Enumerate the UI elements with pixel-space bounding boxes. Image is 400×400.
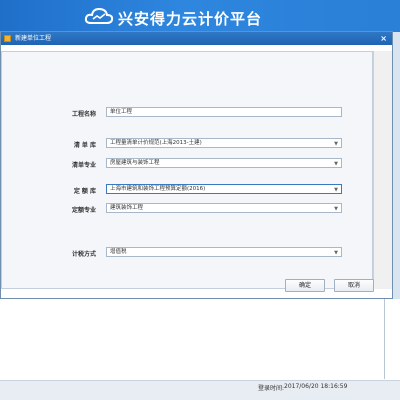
- cloud-logo-icon: [84, 7, 114, 24]
- login-time-label: 登录时间:: [258, 385, 285, 392]
- dialog-title: 新建单位工程: [15, 35, 52, 42]
- chevron-down-icon: ▼: [334, 161, 338, 167]
- bill-library-label: 清 单 库: [73, 142, 96, 149]
- bill-library-select[interactable]: 工程量清单计价规范(上海2013-土建) ▼: [106, 138, 342, 148]
- chevron-down-icon: ▼: [334, 187, 338, 193]
- quota-specialty-select[interactable]: 建筑装饰工程 ▼: [106, 203, 342, 213]
- form-panel: 工程名称 单位工程 清 单 库 工程量清单计价规范(上海2013-土建) ▼ 清…: [1, 51, 373, 289]
- quota-specialty-label: 定额专业: [71, 207, 96, 214]
- quota-specialty-value: 建筑装饰工程: [110, 205, 144, 211]
- bill-specialty-value: 房屋建筑与装饰工程: [110, 160, 160, 166]
- app-banner: 兴安得力云计价平台: [0, 0, 400, 32]
- app-icon: [4, 35, 11, 42]
- dialog-titlebar[interactable]: 新建单位工程 ×: [1, 32, 392, 45]
- project-name-input[interactable]: 单位工程: [106, 107, 342, 117]
- chevron-down-icon: ▼: [334, 141, 338, 147]
- close-icon[interactable]: ×: [380, 32, 387, 45]
- bill-library-value: 工程量清单计价规范(上海2013-土建): [110, 140, 202, 146]
- quota-library-value: 上海市建筑和装饰工程预算定额(2016): [110, 186, 206, 192]
- app-title: 兴安得力云计价平台: [118, 10, 263, 28]
- chevron-down-icon: ▼: [334, 250, 338, 256]
- divider: [384, 299, 385, 379]
- tax-method-value: 增值税: [110, 249, 127, 255]
- bill-specialty-select[interactable]: 房屋建筑与装饰工程 ▼: [106, 158, 342, 168]
- tax-method-select[interactable]: 增值税 ▼: [106, 247, 342, 257]
- bill-specialty-label: 清单专业: [71, 162, 96, 169]
- quota-library-label: 定 额 库: [73, 188, 96, 195]
- new-unit-project-dialog: 新建单位工程 × 工程名称 单位工程 清 单 库 工程量清单计价规范(上海201…: [0, 31, 393, 299]
- chevron-down-icon: ▼: [334, 206, 338, 212]
- project-name-label: 工程名称: [71, 111, 96, 118]
- ok-button[interactable]: 确定: [285, 279, 325, 292]
- project-name-value: 单位工程: [110, 109, 133, 115]
- cancel-button[interactable]: 取消: [334, 279, 374, 292]
- login-time-value: 2017/06/20 18:16:59: [284, 383, 348, 390]
- quota-library-select[interactable]: 上海市建筑和装饰工程预算定额(2016) ▼: [106, 184, 342, 194]
- tax-method-label: 计税方式: [71, 251, 96, 258]
- panel-gutter: [373, 51, 392, 289]
- status-bar: 登录时间: 2017/06/20 18:16:59: [0, 380, 400, 400]
